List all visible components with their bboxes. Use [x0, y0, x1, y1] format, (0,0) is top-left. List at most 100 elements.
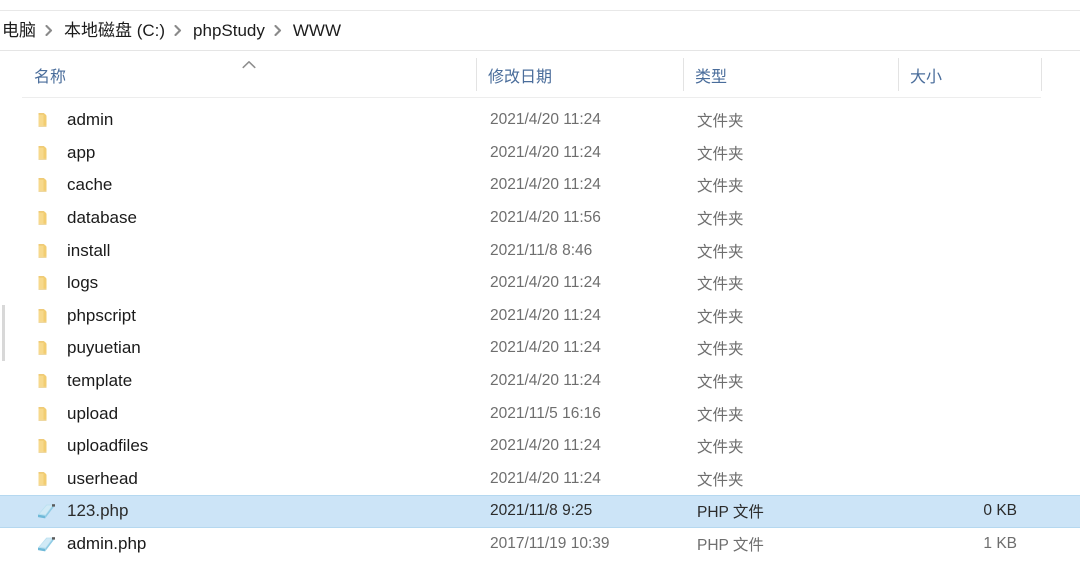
file-date-cell: 2021/4/20 11:24 — [476, 176, 683, 194]
file-name-cell[interactable]: install — [22, 241, 476, 261]
file-type-cell: PHP 文件 — [683, 533, 898, 555]
file-name-label: phpscript — [67, 305, 136, 325]
file-name-label: admin — [67, 110, 114, 130]
file-date-label: 2021/4/20 11:24 — [490, 339, 601, 357]
file-date-label: 2021/4/20 11:24 — [490, 274, 601, 292]
file-name-label: userhead — [67, 468, 138, 488]
file-size-label: 1 KB — [983, 535, 1017, 553]
folder-icon — [36, 404, 56, 424]
file-name-label: 123.php — [67, 501, 129, 521]
file-date-cell: 2021/4/20 11:24 — [476, 470, 683, 488]
file-name-label: logs — [67, 273, 99, 293]
file-name-cell[interactable]: userhead — [22, 469, 476, 489]
file-date-cell: 2021/4/20 11:24 — [476, 372, 683, 390]
file-type-label: 文件夹 — [697, 374, 744, 392]
file-name-cell[interactable]: template — [22, 371, 476, 391]
folder-icon — [36, 110, 56, 130]
file-type-cell: 文件夹 — [683, 468, 898, 490]
file-type-cell: 文件夹 — [683, 403, 898, 425]
column-header-size[interactable]: 大小 — [898, 51, 1041, 98]
file-date-label: 2021/11/8 8:46 — [490, 241, 593, 259]
php-file-icon — [36, 501, 56, 521]
file-name-cell[interactable]: puyuetian — [22, 338, 476, 358]
file-type-label: 文件夹 — [697, 243, 744, 261]
column-header-date[interactable]: 修改日期 — [476, 51, 683, 98]
table-row[interactable]: admin 2021/4/20 11:24 文件夹 — [0, 104, 1080, 137]
file-name-cell[interactable]: database — [22, 208, 476, 228]
file-date-cell: 2021/4/20 11:24 — [476, 339, 683, 357]
file-name-cell[interactable]: upload — [22, 404, 476, 424]
file-explorer-window: 电脑 本地磁盘 (C:) phpStudy WWW 名称 修改日期 类型 大小 ad — [0, 0, 1080, 569]
column-header-name-label: 名称 — [34, 68, 67, 86]
table-row[interactable]: install 2021/11/8 8:46 文件夹 — [0, 234, 1080, 267]
folder-icon — [36, 273, 56, 293]
file-type-label: 文件夹 — [697, 145, 744, 163]
file-name-cell[interactable]: phpscript — [22, 306, 476, 326]
file-date-label: 2021/4/20 11:24 — [490, 176, 601, 194]
file-name-label: template — [67, 371, 133, 391]
file-size-cell: 1 KB — [898, 535, 1029, 553]
file-type-label: 文件夹 — [697, 406, 744, 424]
file-name-cell[interactable]: logs — [22, 273, 476, 293]
php-file-icon — [36, 534, 56, 554]
folder-icon — [36, 436, 56, 456]
file-name-cell[interactable]: app — [22, 143, 476, 163]
file-name-label: cache — [67, 175, 113, 195]
file-date-label: 2021/4/20 11:24 — [490, 111, 601, 129]
file-date-cell: 2021/4/20 11:24 — [476, 111, 683, 129]
breadcrumb-item-0[interactable]: 电脑 — [0, 18, 40, 44]
folder-icon — [36, 469, 56, 489]
column-header-type[interactable]: 类型 — [683, 51, 898, 98]
file-type-cell: 文件夹 — [683, 370, 898, 392]
column-resize-handle-4[interactable] — [1041, 58, 1042, 91]
table-row[interactable]: app 2021/4/20 11:24 文件夹 — [0, 137, 1080, 170]
column-resize-handle-1[interactable] — [476, 58, 477, 91]
table-row[interactable]: cache 2021/4/20 11:24 文件夹 — [0, 169, 1080, 202]
table-row[interactable]: puyuetian 2021/4/20 11:24 文件夹 — [0, 332, 1080, 365]
file-type-cell: PHP 文件 — [683, 500, 898, 522]
breadcrumb-item-1[interactable]: 本地磁盘 (C:) — [60, 18, 169, 44]
file-name-label: install — [67, 240, 111, 260]
file-type-cell: 文件夹 — [683, 174, 898, 196]
file-name-cell[interactable]: admin.php — [22, 534, 476, 554]
file-date-label: 2021/4/20 11:24 — [490, 469, 601, 487]
breadcrumb-item-3[interactable]: WWW — [289, 18, 345, 44]
file-date-label: 2017/11/19 10:39 — [490, 535, 610, 553]
table-row[interactable]: phpscript 2021/4/20 11:24 文件夹 — [0, 300, 1080, 333]
address-bar[interactable]: 电脑 本地磁盘 (C:) phpStudy WWW — [0, 11, 1080, 50]
file-type-label: 文件夹 — [697, 276, 744, 294]
file-date-label: 2021/4/20 11:24 — [490, 372, 601, 390]
file-name-cell[interactable]: admin — [22, 110, 476, 130]
column-resize-handle-2[interactable] — [683, 58, 684, 91]
chevron-right-icon — [40, 25, 60, 36]
folder-icon — [36, 338, 56, 358]
table-row[interactable]: database 2021/4/20 11:56 文件夹 — [0, 202, 1080, 235]
file-name-label: database — [67, 208, 137, 228]
table-row[interactable]: logs 2021/4/20 11:24 文件夹 — [0, 267, 1080, 300]
file-name-cell[interactable]: cache — [22, 175, 476, 195]
table-row[interactable]: uploadfiles 2021/4/20 11:24 文件夹 — [0, 430, 1080, 463]
file-date-cell: 2021/4/20 11:24 — [476, 437, 683, 455]
file-date-cell: 2021/11/5 16:16 — [476, 405, 683, 423]
folder-icon — [36, 208, 56, 228]
file-date-cell: 2017/11/19 10:39 — [476, 535, 683, 553]
file-type-cell: 文件夹 — [683, 240, 898, 262]
file-type-cell: 文件夹 — [683, 207, 898, 229]
table-row[interactable]: userhead 2021/4/20 11:24 文件夹 — [0, 463, 1080, 496]
file-type-label: 文件夹 — [697, 113, 744, 131]
column-header-row: 名称 修改日期 类型 大小 — [0, 51, 1080, 98]
file-name-cell[interactable]: uploadfiles — [22, 436, 476, 456]
column-header-name[interactable]: 名称 — [22, 51, 476, 98]
table-row[interactable]: 123.php 2021/11/8 9:25 PHP 文件 0 KB — [0, 495, 1080, 528]
file-type-cell: 文件夹 — [683, 435, 898, 457]
file-name-label: app — [67, 142, 96, 162]
file-name-cell[interactable]: 123.php — [22, 501, 476, 521]
breadcrumb-item-2[interactable]: phpStudy — [189, 18, 269, 44]
table-row[interactable]: upload 2021/11/5 16:16 文件夹 — [0, 397, 1080, 430]
breadcrumb[interactable]: 电脑 本地磁盘 (C:) phpStudy WWW — [0, 18, 345, 44]
file-list[interactable]: admin 2021/4/20 11:24 文件夹 app 2021/4/20 11:2… — [0, 104, 1080, 569]
folder-icon — [36, 175, 56, 195]
table-row[interactable]: admin.php 2017/11/19 10:39 PHP 文件 1 KB — [0, 528, 1080, 561]
table-row[interactable]: template 2021/4/20 11:24 文件夹 — [0, 365, 1080, 398]
column-resize-handle-3[interactable] — [898, 58, 899, 91]
